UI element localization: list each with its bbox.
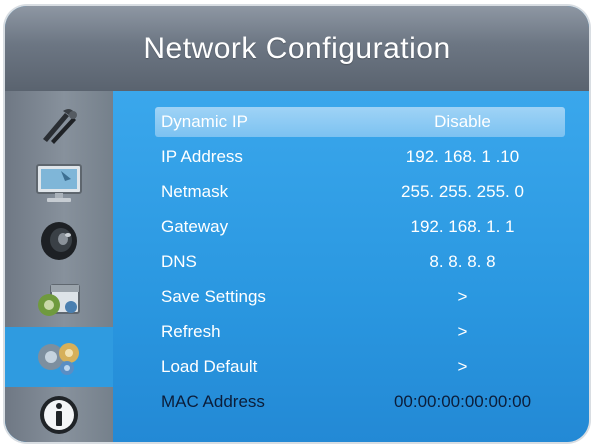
menu-row-refresh[interactable]: Refresh > [155,317,565,347]
gateway-value[interactable]: 192. 168. 1. 1 [365,217,560,237]
netmask-label: Netmask [161,182,229,201]
info-icon [37,393,81,437]
mac-address-value: 00:00:00:00:00:00 [393,392,532,411]
load-default-arrow[interactable]: > [365,357,560,377]
refresh-label: Refresh [161,322,221,341]
sidebar-item-about[interactable] [5,385,113,442]
page-title: Network Configuration [143,31,451,65]
ip-address-label: IP Address [161,147,243,166]
mac-address-label: MAC Address [161,392,265,411]
menu-row-netmask[interactable]: Netmask 255. 255. 255. 0 [155,177,565,207]
menu-row-ip-address[interactable]: IP Address 192. 168. 1 .10 [155,142,565,172]
refresh-arrow[interactable]: > [365,322,560,342]
save-settings-arrow[interactable]: > [365,287,560,307]
settings-window: Network Configuration Dynamic IP Disable… [5,6,589,442]
load-default-label: Load Default [161,357,258,376]
save-settings-label: Save Settings [161,287,266,306]
sidebar-item-schedule[interactable] [5,269,113,329]
sidebar-item-tools[interactable] [5,95,113,155]
title-bar: Network Configuration [5,6,589,91]
dynamic-ip-value[interactable]: Disable [365,112,560,132]
sidebar-item-network[interactable] [5,327,113,387]
menu-row-load-default[interactable]: Load Default > [155,352,565,382]
calendar-settings-icon [33,277,85,321]
dns-value[interactable]: 8. 8. 8. 8 [365,252,560,272]
dns-label: DNS [161,252,197,271]
content-area: Dynamic IP Disable IP Address 192. 168. … [5,91,589,442]
network-gears-icon [31,335,87,379]
menu-row-dns[interactable]: DNS 8. 8. 8. 8 [155,247,565,277]
netmask-value[interactable]: 255. 255. 255. 0 [365,182,560,202]
gateway-label: Gateway [161,217,229,236]
ip-address-value[interactable]: 192. 168. 1 .10 [365,147,560,167]
wrench-tools-icon [35,105,83,145]
speaker-icon [35,219,83,263]
dynamic-ip-label: Dynamic IP [161,112,248,131]
sidebar-item-display[interactable] [5,153,113,213]
monitor-icon [31,161,87,205]
menu-row-gateway[interactable]: Gateway 192. 168. 1. 1 [155,212,565,242]
sidebar-item-audio[interactable] [5,211,113,271]
menu-row-save-settings[interactable]: Save Settings > [155,282,565,312]
sidebar [5,91,113,442]
menu-row-dynamic-ip[interactable]: Dynamic IP Disable [155,107,565,137]
menu-row-mac-address: MAC Address 00:00:00:00:00:00 [155,387,565,417]
